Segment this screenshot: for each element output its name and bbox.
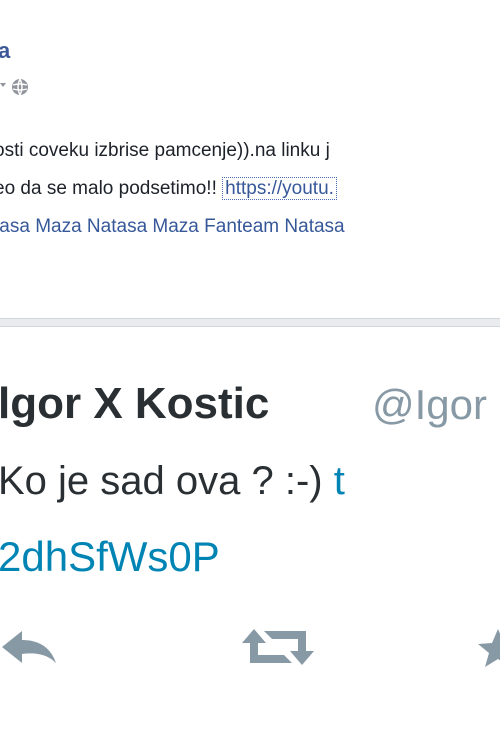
retweet-button[interactable] <box>236 625 320 674</box>
post-text-line-2-prefix: eo da se malo podsetimo!! <box>0 178 223 199</box>
post-text-line-2: eo da se malo podsetimo!! https://youtu. <box>0 177 337 200</box>
favorite-button[interactable] <box>478 625 500 674</box>
tweet-author-handle[interactable]: @Igor <box>372 381 487 429</box>
reply-button[interactable] <box>0 625 62 674</box>
tweet-link-start[interactable]: t <box>334 459 345 503</box>
embedded-tweet: lgor X Kostic @Igor Ko je sad ova ? :-) … <box>0 326 500 751</box>
post-author-name[interactable]: a <box>0 38 10 64</box>
facebook-post: a osti coveku izbrise pamcenje)).na link… <box>0 0 500 319</box>
tweet-actions <box>0 617 500 697</box>
reply-icon <box>2 631 56 663</box>
tweet-author-name[interactable]: lgor X Kostic <box>0 379 269 429</box>
tweet-text: Ko je sad ova ? :-) t <box>0 459 345 504</box>
post-text-line-1: osti coveku izbrise pamcenje)).na linku … <box>0 140 330 161</box>
tagged-people[interactable]: tasa Maza Natasa Maza Fanteam Natasa <box>0 216 345 238</box>
youtube-link[interactable]: https://youtu. <box>222 177 337 200</box>
globe-icon <box>0 78 28 96</box>
retweet-icon <box>242 629 314 665</box>
favorite-icon <box>478 629 500 667</box>
privacy-selector[interactable] <box>0 76 30 98</box>
tweet-link[interactable]: 2dhSfWs0P <box>0 533 220 581</box>
tweet-text-body: Ko je sad ova ? :-) <box>0 459 334 503</box>
